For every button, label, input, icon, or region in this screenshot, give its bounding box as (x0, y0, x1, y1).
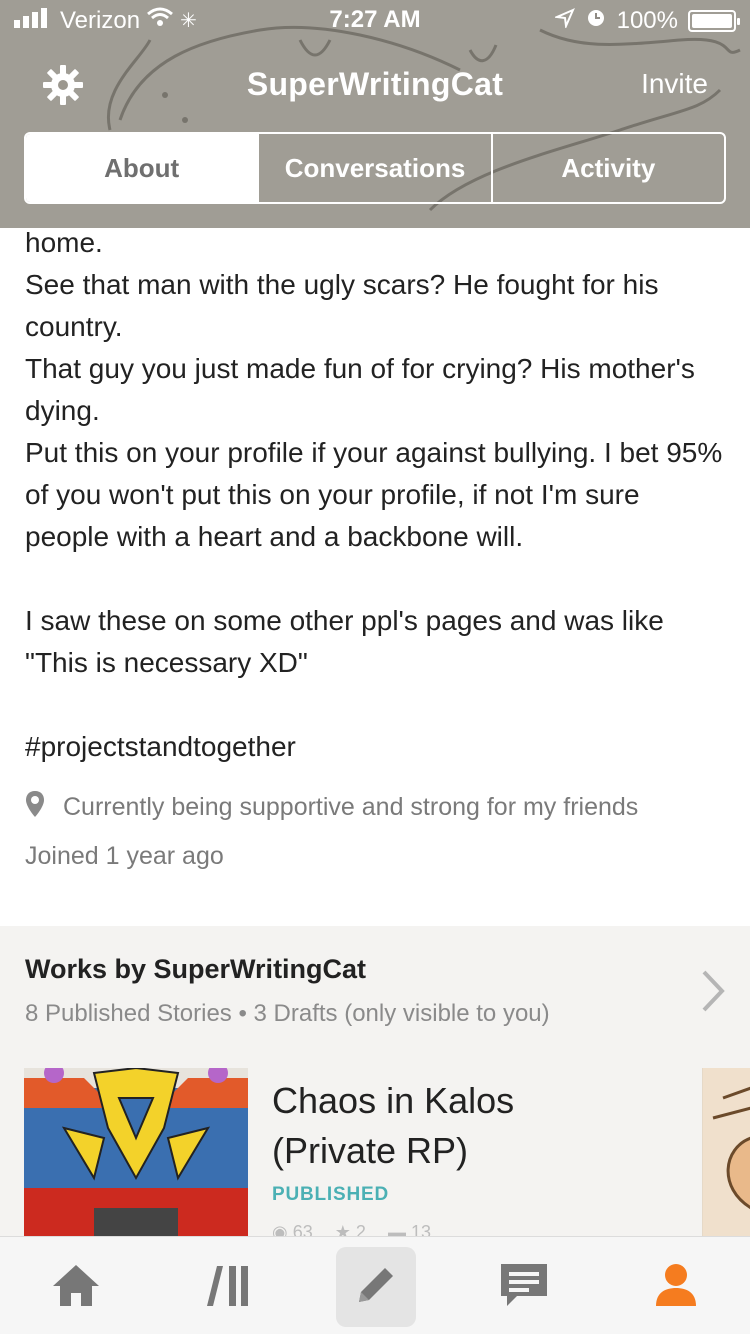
about-description: home. See that man with the ugly scars? … (25, 222, 725, 768)
location-pin-icon (25, 790, 45, 825)
location-text: Currently being supportive and strong fo… (63, 793, 639, 821)
tab-about[interactable]: About (26, 134, 258, 202)
write-icon (351, 1260, 401, 1315)
about-line: That guy you just made fun of for crying… (25, 353, 695, 426)
alarm-icon (585, 6, 607, 35)
profile-tab[interactable] (636, 1247, 716, 1327)
story-status-badge: PUBLISHED (272, 1184, 389, 1205)
battery-percent: 100% (616, 6, 678, 34)
home-tab[interactable] (36, 1247, 116, 1327)
about-line: Put this on your profile if your against… (25, 437, 723, 552)
invite-button[interactable]: Invite (641, 68, 708, 100)
about-line: home. (25, 227, 103, 258)
top-nav: SuperWritingCat Invite (0, 56, 750, 116)
messages-tab[interactable] (484, 1247, 564, 1327)
profile-header: Verizon ✳ 7:27 AM 100% SuperWritingCat I… (0, 0, 750, 228)
works-section: Works by SuperWritingCat 8 Published Sto… (0, 926, 750, 1246)
messages-icon (497, 1260, 551, 1315)
works-subtitle: 8 Published Stories • 3 Drafts (only vis… (25, 1000, 550, 1027)
write-tab[interactable] (336, 1247, 416, 1327)
works-title[interactable]: Works by SuperWritingCat (25, 954, 366, 985)
home-icon (51, 1262, 101, 1313)
bottom-tab-bar (0, 1236, 750, 1334)
library-icon (203, 1262, 253, 1313)
profile-username-title: SuperWritingCat (246, 66, 504, 102)
hashtag-link[interactable]: #projectstandtogether (25, 726, 725, 768)
next-story-cover-image[interactable] (702, 1068, 750, 1246)
battery-icon (688, 9, 740, 32)
about-paragraph: I saw these on some other ppl's pages an… (25, 605, 664, 678)
joined-date: Joined 1 year ago (25, 842, 224, 870)
about-line: See that man with the ugly scars? He fou… (25, 269, 659, 342)
location-arrow-icon (552, 7, 575, 35)
library-tab[interactable] (188, 1247, 268, 1327)
chevron-right-icon[interactable] (698, 966, 728, 1016)
tab-activity[interactable]: Activity (490, 134, 724, 202)
story-title[interactable]: Chaos in Kalos (Private RP) (272, 1076, 572, 1176)
tab-conversations[interactable]: Conversations (257, 134, 490, 202)
story-cover-image[interactable] (24, 1068, 248, 1238)
profile-icon (651, 1260, 701, 1315)
status-bar: Verizon ✳ 7:27 AM 100% (0, 0, 750, 40)
location-row: Currently being supportive and strong fo… (25, 790, 638, 825)
profile-tabs: About Conversations Activity (24, 132, 726, 204)
